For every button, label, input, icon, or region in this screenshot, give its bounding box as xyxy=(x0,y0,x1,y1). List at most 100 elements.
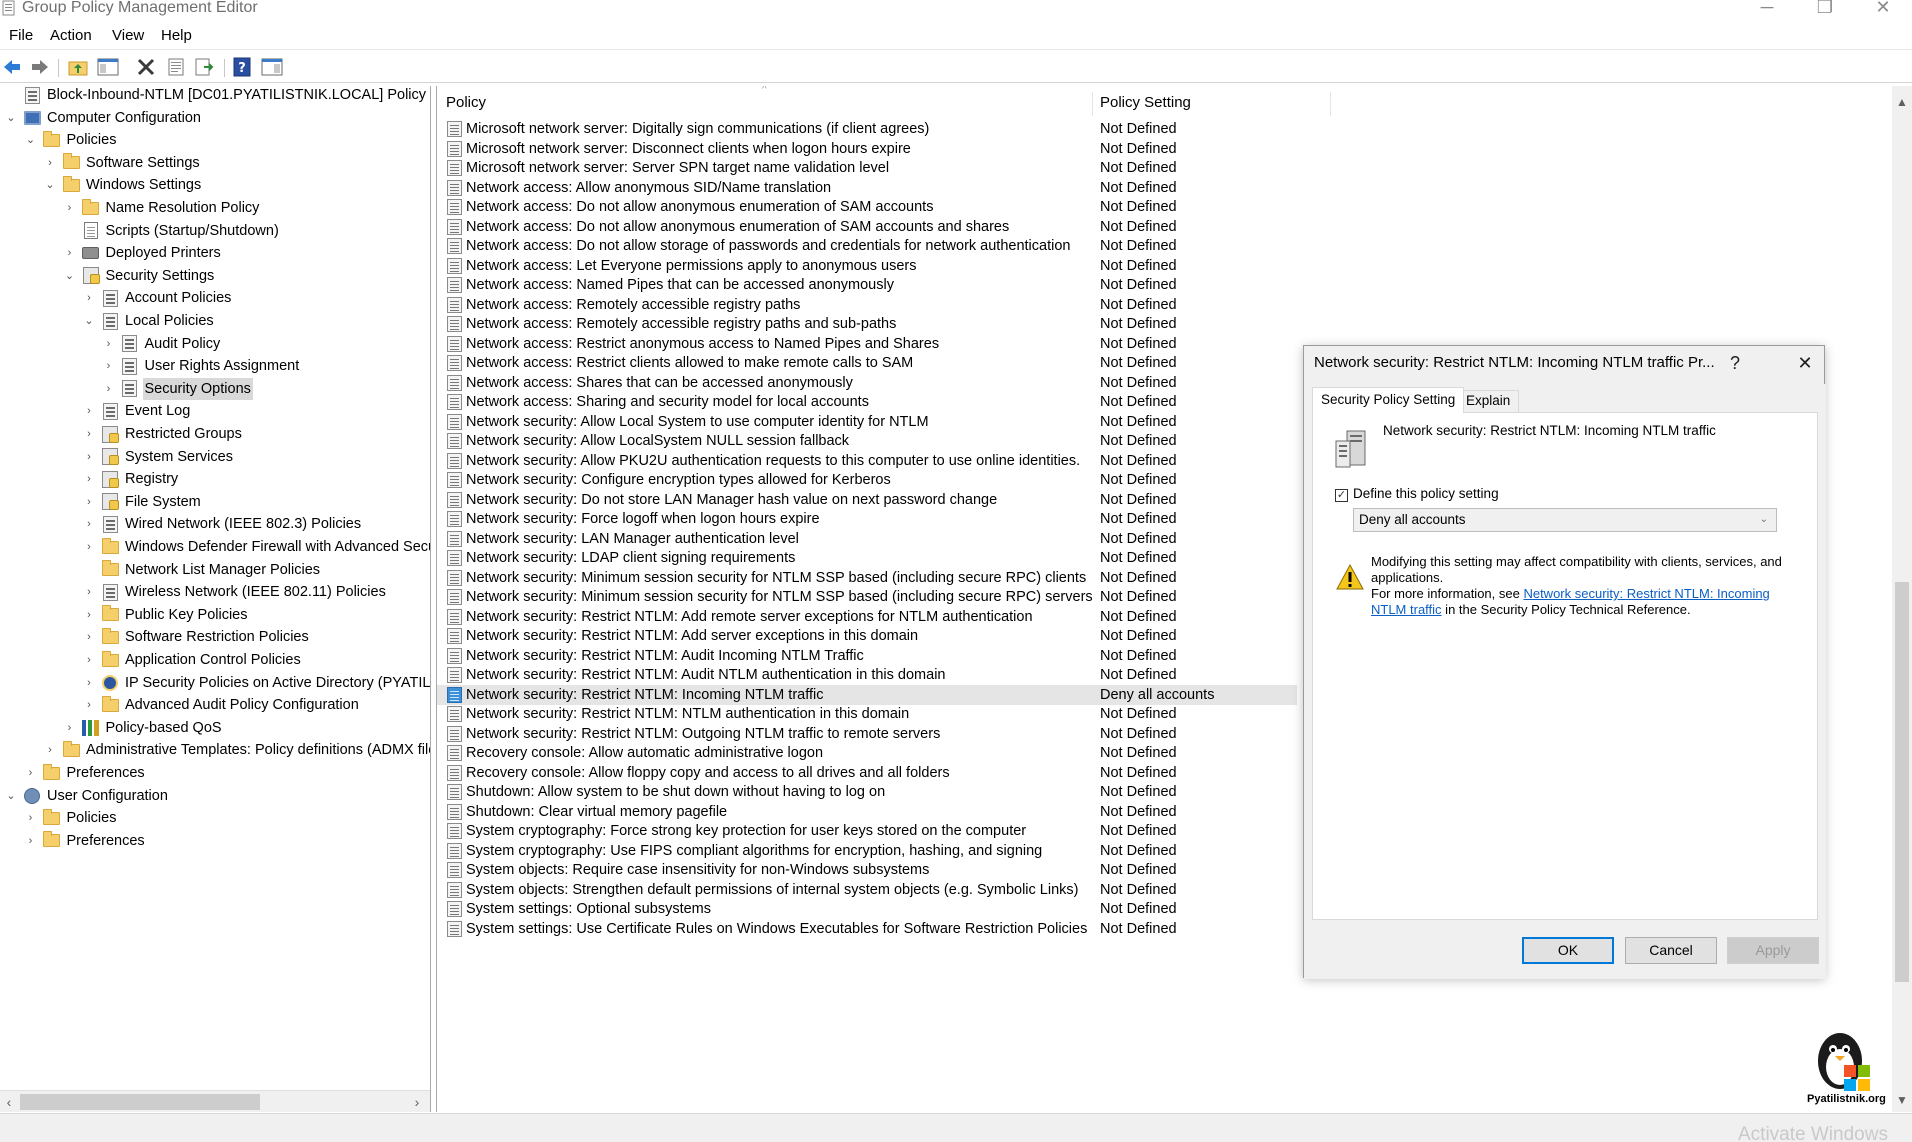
chevron-right-icon[interactable]: › xyxy=(82,536,96,558)
tree-node[interactable]: › File System xyxy=(82,491,203,513)
tree-node[interactable]: › Policies xyxy=(24,807,119,829)
table-row[interactable]: System cryptography: Force strong key pr… xyxy=(437,821,1297,841)
tree-node[interactable]: ⌄ Windows Settings xyxy=(43,174,203,196)
table-row[interactable]: Network access: Remotely accessible regi… xyxy=(437,295,1297,315)
tree-node[interactable]: › Deployed Printers xyxy=(63,242,223,264)
tree-node[interactable]: › Administrative Templates: Policy defini… xyxy=(43,739,430,761)
apply-button[interactable]: Apply xyxy=(1727,937,1819,964)
tree-node[interactable]: › Wired Network (IEEE 802.3) Policies xyxy=(82,513,363,535)
table-row[interactable]: Network access: Restrict clients allowed… xyxy=(437,353,1297,373)
table-row[interactable]: Network security: Restrict NTLM: NTLM au… xyxy=(437,704,1297,724)
table-row[interactable]: Network security: Allow PKU2U authentica… xyxy=(437,451,1297,471)
chevron-right-icon[interactable]: › xyxy=(63,197,77,219)
table-row[interactable]: Network access: Let Everyone permissions… xyxy=(437,256,1297,276)
forward-button[interactable] xyxy=(28,55,52,79)
define-policy-checkbox[interactable]: ✓ xyxy=(1335,489,1348,502)
tree-node[interactable]: › Preferences xyxy=(24,762,147,784)
chevron-right-icon[interactable]: › xyxy=(82,513,96,535)
delete-button[interactable] xyxy=(134,55,158,79)
scroll-right-arrow-icon[interactable]: › xyxy=(408,1092,426,1112)
scroll-up-arrow-icon[interactable]: ▲ xyxy=(1892,92,1912,112)
table-row[interactable]: System settings: Optional subsystems Not … xyxy=(437,899,1297,919)
cancel-button[interactable]: Cancel xyxy=(1625,937,1717,964)
table-row[interactable]: Recovery console: Allow automatic admini… xyxy=(437,743,1297,763)
chevron-right-icon[interactable]: › xyxy=(63,717,77,739)
scroll-left-arrow-icon[interactable]: ‹ xyxy=(0,1092,18,1112)
table-row[interactable]: Network security: Restrict NTLM: Add ser… xyxy=(437,626,1297,646)
table-row[interactable]: Network access: Remotely accessible regi… xyxy=(437,314,1297,334)
table-row[interactable]: Network access: Sharing and security mod… xyxy=(437,392,1297,412)
tree-node[interactable]: › Restricted Groups xyxy=(82,423,244,445)
define-policy-label[interactable]: Define this policy setting xyxy=(1353,486,1499,501)
table-row[interactable]: Network security: Restrict NTLM: Audit I… xyxy=(437,646,1297,666)
up-folder-button[interactable] xyxy=(66,55,90,79)
show-hide-tree-button[interactable] xyxy=(96,55,120,79)
table-row[interactable]: Network security: Restrict NTLM: Audit N… xyxy=(437,665,1297,685)
chevron-down-icon[interactable]: ⌄ xyxy=(24,129,38,151)
table-row[interactable]: Network security: Configure encryption t… xyxy=(437,470,1297,490)
chevron-right-icon[interactable]: › xyxy=(82,581,96,603)
tree-node[interactable]: › System Services xyxy=(82,446,235,468)
table-row[interactable]: Network security: Force logoff when logo… xyxy=(437,509,1297,529)
table-row[interactable]: Network security: LAN Manager authentica… xyxy=(437,529,1297,549)
table-row[interactable]: Microsoft network server: Server SPN tar… xyxy=(437,158,1297,178)
chevron-right-icon[interactable]: › xyxy=(82,649,96,671)
list-vertical-scrollbar[interactable]: ▲ ▼ xyxy=(1892,86,1912,1112)
tree-node[interactable]: › Policy-based QoS xyxy=(63,717,224,739)
table-row[interactable]: Network access: Do not allow anonymous e… xyxy=(437,217,1297,237)
table-row[interactable]: System objects: Strengthen default permi… xyxy=(437,880,1297,900)
table-row[interactable]: Network access: Restrict anonymous acces… xyxy=(437,334,1297,354)
menu-view[interactable]: View xyxy=(112,27,144,44)
tree-node[interactable]: › Application Control Policies xyxy=(82,649,303,671)
tree-node[interactable]: ⌄ Policies xyxy=(24,129,119,151)
chevron-right-icon[interactable]: › xyxy=(24,830,38,852)
help-button[interactable]: ? xyxy=(230,55,254,79)
tree-node[interactable]: Network List Manager Policies xyxy=(82,559,322,581)
table-row[interactable]: Network access: Do not allow storage of … xyxy=(437,236,1297,256)
tab-security-policy-setting[interactable]: Security Policy Setting xyxy=(1312,387,1465,413)
table-row[interactable]: Network security: LDAP client signing re… xyxy=(437,548,1297,568)
export-list-button[interactable] xyxy=(192,55,216,79)
tree-node[interactable]: › Account Policies xyxy=(82,287,233,309)
tree-node[interactable]: ⌄ Computer Configuration xyxy=(4,107,203,129)
chevron-right-icon[interactable]: › xyxy=(24,762,38,784)
table-row[interactable]: Network security: Minimum session securi… xyxy=(437,587,1297,607)
table-row[interactable]: Network security: Restrict NTLM: Outgoin… xyxy=(437,724,1297,744)
chevron-right-icon[interactable]: › xyxy=(82,287,96,309)
menu-file[interactable]: File xyxy=(9,27,33,44)
ok-button[interactable]: OK xyxy=(1522,937,1614,964)
chevron-down-icon[interactable]: ⌄ xyxy=(63,265,77,287)
tree-node[interactable]: › Software Restriction Policies xyxy=(82,626,311,648)
minimize-button[interactable]: ─ xyxy=(1744,0,1790,18)
chevron-down-icon[interactable]: ⌄ xyxy=(4,785,18,807)
tree-node[interactable]: › Windows Defender Firewall with Advanced… xyxy=(82,536,430,558)
table-row[interactable]: Network access: Shares that can be acces… xyxy=(437,373,1297,393)
table-row[interactable]: Network security: Minimum session securi… xyxy=(437,568,1297,588)
table-row[interactable]: Network access: Allow anonymous SID/Name… xyxy=(437,178,1297,198)
chevron-right-icon[interactable]: › xyxy=(102,355,116,377)
chevron-right-icon[interactable]: › xyxy=(102,378,116,400)
tree-node[interactable]: › Preferences xyxy=(24,830,147,852)
tree-node[interactable]: › Event Log xyxy=(82,400,192,422)
tree-node[interactable]: ⌄ User Configuration xyxy=(4,785,170,807)
list-scroll-thumb[interactable] xyxy=(1895,582,1909,982)
table-row[interactable]: Shutdown: Allow system to be shut down w… xyxy=(437,782,1297,802)
tree-node[interactable]: Block-Inbound-NTLM [DC01.PYATILISTNIK.LO… xyxy=(4,86,428,106)
chevron-right-icon[interactable]: › xyxy=(82,468,96,490)
dialog-help-button[interactable]: ? xyxy=(1720,350,1750,376)
restore-button[interactable]: ❐ xyxy=(1802,0,1848,18)
tree-node[interactable]: › Name Resolution Policy xyxy=(63,197,262,219)
chevron-right-icon[interactable]: › xyxy=(82,672,96,694)
table-row[interactable]: System cryptography: Use FIPS compliant … xyxy=(437,841,1297,861)
tree-node[interactable]: › User Rights Assignment xyxy=(102,355,302,377)
chevron-right-icon[interactable]: › xyxy=(82,446,96,468)
chevron-right-icon[interactable]: › xyxy=(43,739,57,761)
tree-node[interactable]: › Security Options xyxy=(102,377,253,400)
table-row[interactable]: Microsoft network server: Disconnect cli… xyxy=(437,139,1297,159)
tree-node[interactable]: › Registry xyxy=(82,468,180,490)
chevron-right-icon[interactable]: › xyxy=(43,152,57,174)
tree-node[interactable]: Scripts (Startup/Shutdown) xyxy=(63,220,281,242)
table-row[interactable]: Network security: Allow Local System to … xyxy=(437,412,1297,432)
properties-button[interactable] xyxy=(164,55,188,79)
action-pane-button[interactable] xyxy=(260,55,284,79)
